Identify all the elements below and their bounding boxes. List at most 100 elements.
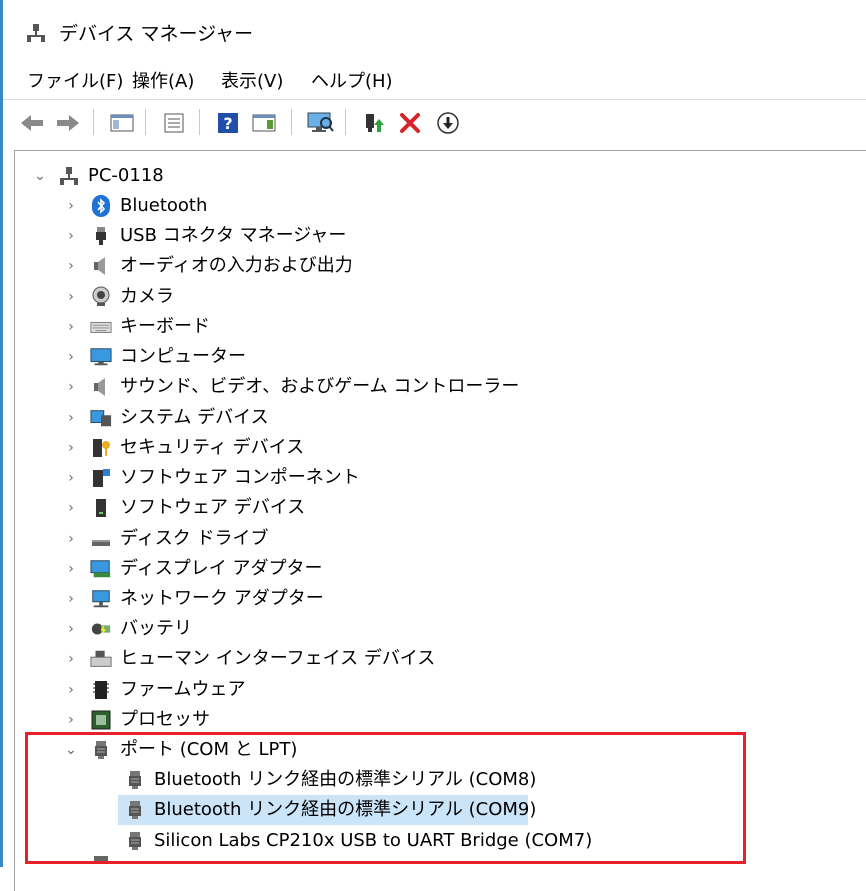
menu-file[interactable]: ファイル(F) — [25, 70, 125, 94]
menu-help[interactable]: ヘルプ(H) — [309, 70, 395, 94]
tree-category-item[interactable]: コンピューター — [90, 342, 246, 372]
chevron-right-icon[interactable]: › — [64, 712, 78, 728]
tree-category-item[interactable]: セキュリティ デバイス — [90, 433, 304, 463]
computer-tree-icon — [58, 165, 80, 187]
tree-category-item[interactable]: USB コネクタ マネージャー — [90, 221, 346, 251]
chevron-right-icon[interactable]: › — [64, 410, 78, 426]
tree-category-item[interactable]: プロセッサ — [90, 705, 210, 735]
device-manager-icon — [25, 22, 47, 44]
tree-category-label: システム デバイス — [120, 407, 269, 428]
keyboard-icon — [90, 316, 112, 338]
title-bar: デバイス マネージャー — [3, 0, 866, 64]
tree-category-label: コンピューター — [120, 346, 246, 367]
scan-hardware-icon[interactable] — [305, 108, 335, 138]
chevron-right-icon[interactable]: › — [64, 531, 78, 547]
chevron-down-icon[interactable]: ⌄ — [33, 168, 47, 184]
tree-root-node[interactable]: PC-0118 — [58, 161, 164, 191]
toolbar-separator — [93, 109, 94, 135]
bluetooth-icon — [90, 195, 112, 217]
tree-category-label: セキュリティ デバイス — [120, 437, 305, 458]
tree-category-item[interactable]: ディスプレイ アダプター — [90, 554, 322, 584]
camera-icon — [90, 286, 112, 308]
battery-icon — [90, 618, 112, 640]
tree-category-label: サウンド、ビデオ、およびゲーム コントローラー — [120, 376, 520, 397]
firmware-icon — [90, 679, 112, 701]
display-adapter-icon — [90, 558, 112, 580]
tree-category-item[interactable]: ディスク ドライブ — [90, 524, 268, 554]
tree-category-item[interactable]: ネットワーク アダプター — [90, 584, 324, 614]
tree-category-label: ファームウェア — [120, 679, 246, 700]
menu-bar: ファイル(F) 操作(A) 表示(V) ヘルプ(H) — [3, 64, 866, 98]
tree-category-label: オーディオの入力および出力 — [120, 255, 353, 276]
tree-category-label: プロセッサ — [120, 709, 210, 730]
chevron-right-icon[interactable]: › — [64, 440, 78, 456]
chevron-right-icon[interactable]: › — [64, 198, 78, 214]
tree-category-label: ディスク ドライブ — [120, 528, 269, 549]
tree-category-item[interactable]: ソフトウェア コンポーネント — [90, 463, 360, 493]
show-hide-console-tree-icon[interactable] — [107, 108, 137, 138]
tree-category-label: ソフトウェア デバイス — [120, 497, 306, 518]
tree-category-item[interactable]: カメラ — [90, 282, 174, 312]
menu-view[interactable]: 表示(V) — [219, 70, 285, 94]
chevron-right-icon[interactable]: › — [64, 591, 78, 607]
chevron-right-icon[interactable]: › — [64, 258, 78, 274]
chevron-right-icon[interactable]: › — [64, 621, 78, 637]
tree-category-label: Bluetooth — [120, 195, 208, 216]
software-device-icon — [90, 497, 112, 519]
toolbar-separator — [145, 109, 146, 135]
security-device-icon — [90, 437, 112, 459]
computer-icon — [90, 346, 112, 368]
tree-category-item[interactable]: ファームウェア — [90, 675, 245, 705]
software-component-icon — [90, 467, 112, 489]
tree-category-item[interactable]: キーボード — [90, 312, 210, 342]
tree-root-label: PC-0118 — [88, 165, 164, 186]
tree-category-label: キーボード — [120, 316, 210, 337]
uninstall-device-icon[interactable] — [395, 108, 425, 138]
menu-action[interactable]: 操作(A) — [130, 70, 196, 94]
forward-arrow-icon[interactable] — [53, 108, 83, 138]
chevron-right-icon[interactable]: › — [64, 500, 78, 516]
chevron-right-icon[interactable]: › — [64, 682, 78, 698]
chevron-right-icon[interactable]: › — [64, 228, 78, 244]
tree-category-item[interactable]: ヒューマン インターフェイス デバイス — [90, 644, 435, 674]
sound-icon — [90, 376, 112, 398]
usb-icon — [90, 225, 112, 247]
system-devices-icon — [90, 407, 112, 429]
chevron-right-icon[interactable]: › — [64, 651, 78, 667]
tree-category-item[interactable]: オーディオの入力および出力 — [90, 251, 353, 281]
toolbar-separator — [199, 109, 200, 135]
speaker-icon — [90, 255, 112, 277]
toolbar: ? — [3, 100, 866, 144]
tree-category-label: ディスプレイ アダプター — [120, 558, 323, 579]
chevron-right-icon[interactable]: › — [64, 289, 78, 305]
tree-category-label: バッテリ — [120, 618, 192, 639]
window-title: デバイス マネージャー — [59, 23, 254, 45]
processor-icon — [90, 709, 112, 731]
tree-category-item[interactable]: サウンド、ビデオ、およびゲーム コントローラー — [90, 372, 519, 402]
tree-category-item[interactable]: ソフトウェア デバイス — [90, 493, 305, 523]
chevron-right-icon[interactable]: › — [64, 349, 78, 365]
tree-category-label: ネットワーク アダプター — [120, 588, 324, 609]
network-adapter-icon — [90, 588, 112, 610]
chevron-right-icon[interactable]: › — [64, 379, 78, 395]
toolbar-separator — [291, 109, 292, 135]
chevron-right-icon[interactable]: › — [64, 561, 78, 577]
action-pane-icon[interactable] — [249, 108, 279, 138]
chevron-right-icon[interactable]: › — [64, 470, 78, 486]
update-driver-icon[interactable] — [359, 108, 389, 138]
disable-device-icon[interactable] — [433, 108, 463, 138]
tree-category-label: USB コネクタ マネージャー — [120, 225, 347, 246]
tree-category-item[interactable]: Bluetooth — [90, 191, 207, 221]
tree-category-item[interactable]: バッテリ — [90, 614, 192, 644]
tree-category-item[interactable]: システム デバイス — [90, 403, 269, 433]
toolbar-separator — [345, 109, 346, 135]
disk-drive-icon — [90, 528, 112, 550]
help-icon[interactable]: ? — [213, 108, 243, 138]
properties-icon[interactable] — [159, 108, 189, 138]
chevron-right-icon[interactable]: › — [64, 319, 78, 335]
hid-icon — [90, 648, 112, 670]
tree-category-label: カメラ — [120, 286, 174, 307]
back-arrow-icon[interactable] — [17, 108, 47, 138]
annotation-highlight-box — [25, 732, 746, 864]
tree-category-label: ヒューマン インターフェイス デバイス — [120, 648, 436, 669]
